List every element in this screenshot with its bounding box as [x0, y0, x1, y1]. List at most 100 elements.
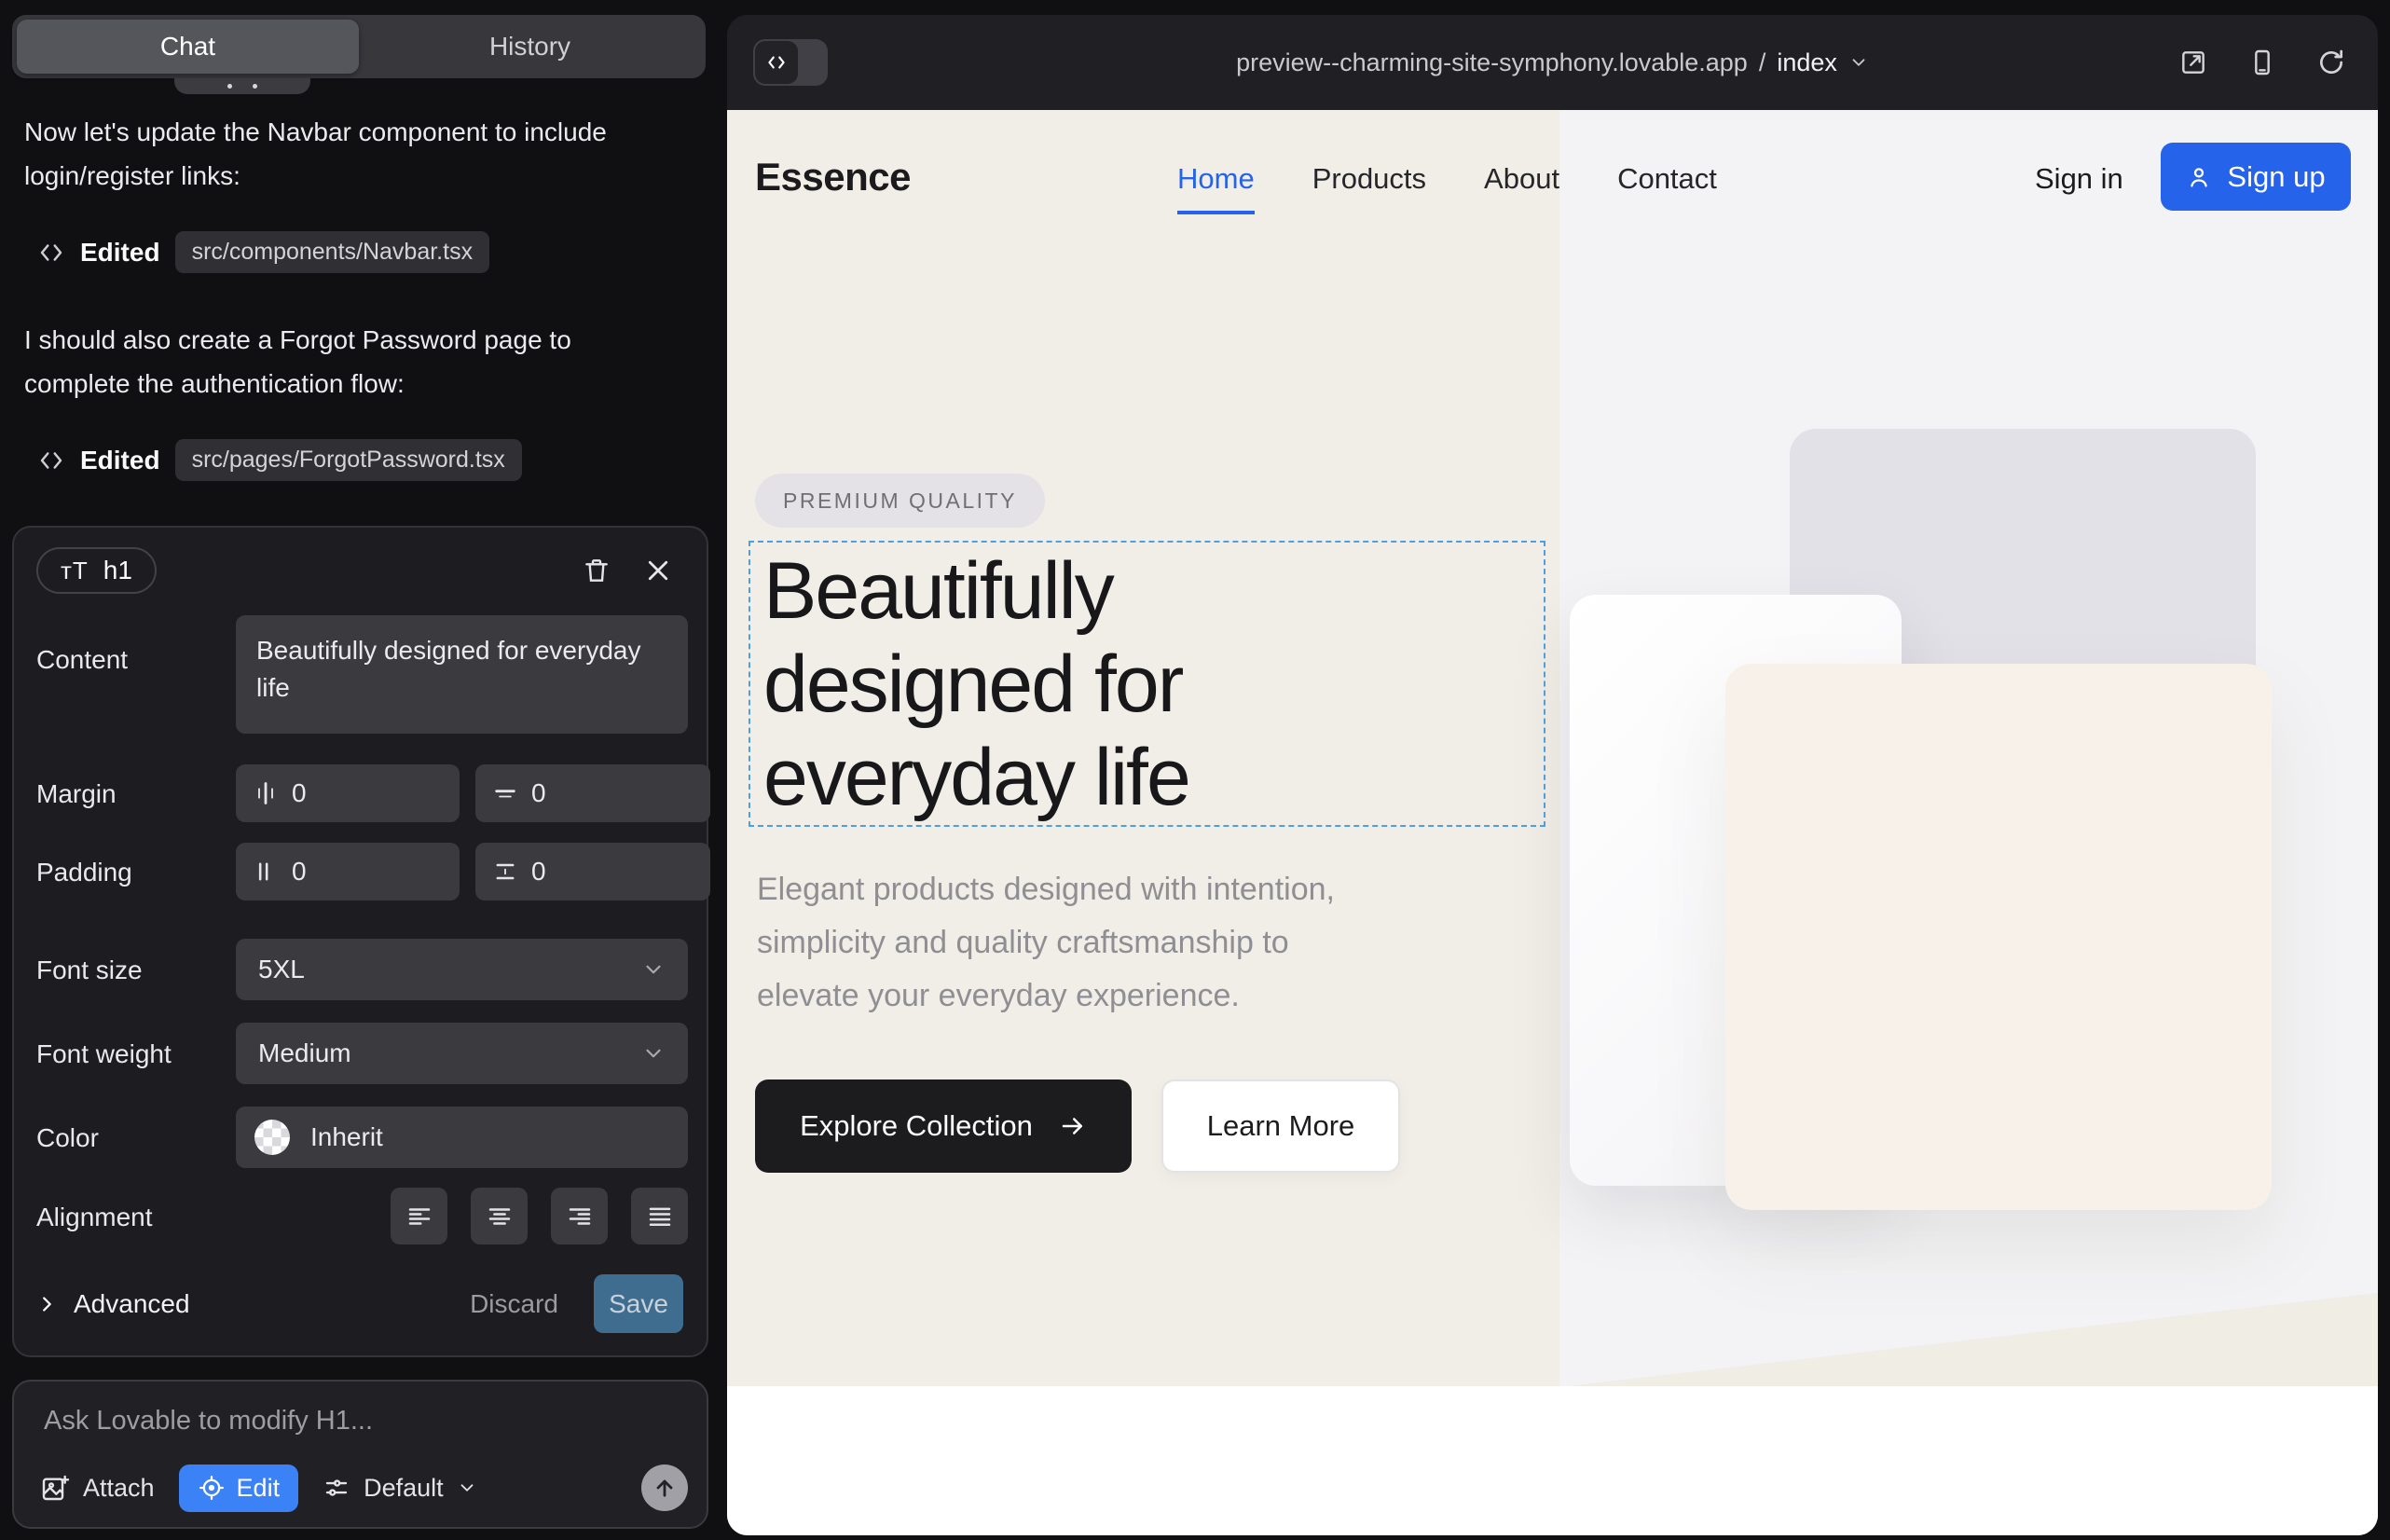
file-chip[interactable]: src/pages/ForgotPassword.tsx — [175, 439, 522, 481]
advanced-toggle[interactable]: Advanced — [36, 1289, 190, 1319]
selected-element-tag: тT h1 — [36, 547, 157, 594]
margin-x-value[interactable] — [292, 778, 376, 808]
padding-x-value[interactable] — [292, 857, 376, 887]
padding-vertical-icon — [492, 859, 518, 885]
url-bar[interactable]: preview--charming-site-symphony.lovable.… — [1236, 48, 1869, 77]
image-plus-icon — [40, 1473, 70, 1503]
description-line: elevate your everyday experience. — [757, 969, 1335, 1023]
site-navbar: Essence Home Products About Contact Sign… — [727, 110, 2378, 245]
code-icon — [37, 239, 65, 267]
edit-mode-button[interactable]: Edit — [179, 1464, 299, 1512]
arrow-up-icon — [652, 1475, 678, 1501]
chat-composer: Attach Edit Default — [12, 1380, 708, 1529]
font-weight-label: Font weight — [36, 1039, 172, 1069]
transparency-swatch-icon — [254, 1120, 290, 1155]
align-justify-button[interactable] — [631, 1188, 688, 1244]
hero-description: Elegant products designed with intention… — [757, 863, 1335, 1023]
discard-button[interactable]: Discard — [470, 1289, 558, 1319]
margin-y-value[interactable] — [531, 778, 615, 808]
url-separator: / — [1759, 48, 1766, 77]
alignment-label: Alignment — [36, 1203, 153, 1232]
delete-element-button[interactable] — [576, 550, 617, 591]
font-weight-select[interactable]: Medium — [236, 1023, 688, 1084]
dot — [227, 84, 232, 89]
open-external-button[interactable] — [2178, 48, 2208, 77]
align-center-button[interactable] — [471, 1188, 528, 1244]
code-view-toggle[interactable] — [753, 39, 828, 86]
chat-messages: Now let's update the Navbar component to… — [24, 110, 699, 526]
margin-label: Margin — [36, 779, 117, 809]
typography-icon: тT — [61, 557, 89, 585]
model-default-select[interactable]: Default — [323, 1474, 477, 1503]
margin-x-input[interactable] — [236, 764, 460, 822]
nav-link-home[interactable]: Home — [1177, 162, 1255, 214]
edited-file-row: Edited src/pages/ForgotPassword.tsx — [37, 439, 699, 481]
next-section-strip — [727, 1386, 2378, 1535]
margin-horizontal-icon — [253, 780, 279, 806]
tab-chat[interactable]: Chat — [17, 20, 359, 74]
chevron-down-icon — [641, 957, 666, 982]
code-icon — [755, 41, 798, 84]
default-label: Default — [364, 1474, 444, 1503]
color-label: Color — [36, 1123, 99, 1153]
content-label: Content — [36, 645, 128, 675]
margin-y-input[interactable] — [475, 764, 710, 822]
close-panel-button[interactable] — [638, 550, 679, 591]
site-logo[interactable]: Essence — [755, 155, 911, 199]
browser-chrome: preview--charming-site-symphony.lovable.… — [727, 15, 2378, 110]
font-size-select[interactable]: 5XL — [236, 939, 688, 1000]
nav-link-products[interactable]: Products — [1312, 162, 1426, 214]
url-host: preview--charming-site-symphony.lovable.… — [1236, 48, 1748, 77]
chevron-down-icon — [457, 1478, 477, 1498]
refresh-button[interactable] — [2316, 48, 2346, 77]
nav-links: Home Products About Contact — [1177, 162, 1717, 214]
url-path: index — [1777, 48, 1837, 77]
user-icon — [2186, 164, 2212, 190]
align-left-button[interactable] — [391, 1188, 447, 1244]
font-weight-value: Medium — [258, 1038, 351, 1068]
align-right-button[interactable] — [551, 1188, 608, 1244]
send-button[interactable] — [641, 1464, 688, 1511]
sign-in-link[interactable]: Sign in — [2035, 162, 2123, 196]
color-select[interactable]: Inherit — [236, 1107, 688, 1168]
element-tag-label: h1 — [103, 556, 132, 585]
hero-cta-row: Explore Collection Learn More — [755, 1079, 1400, 1173]
content-input[interactable]: Beautifully designed for everyday life — [236, 615, 688, 734]
learn-more-button[interactable]: Learn More — [1161, 1079, 1400, 1173]
tab-history[interactable]: History — [359, 20, 701, 74]
edit-label: Edit — [237, 1474, 281, 1503]
heading-line: everyday life — [763, 731, 1189, 824]
edited-file-row: Edited src/components/Navbar.tsx — [37, 231, 699, 273]
advanced-label: Advanced — [74, 1289, 190, 1319]
preview-browser: preview--charming-site-symphony.lovable.… — [727, 15, 2378, 1535]
chat-input[interactable] — [44, 1406, 659, 1437]
sliders-icon — [323, 1474, 350, 1502]
hero-heading[interactable]: Beautifully designed for everyday life — [763, 544, 1189, 824]
padding-y-value[interactable] — [531, 857, 615, 887]
save-button[interactable]: Save — [594, 1274, 683, 1333]
alignment-buttons — [391, 1188, 688, 1244]
scrolled-chip-fragment — [174, 78, 310, 94]
premium-quality-badge: PREMIUM QUALITY — [755, 474, 1045, 528]
site-viewport: Essence Home Products About Contact Sign… — [727, 110, 2378, 1535]
sign-up-button[interactable]: Sign up — [2161, 143, 2351, 211]
edited-label: Edited — [80, 238, 160, 268]
padding-label: Padding — [36, 858, 132, 887]
margin-vertical-icon — [492, 780, 518, 806]
nav-link-contact[interactable]: Contact — [1617, 162, 1717, 214]
heading-line: Beautifully — [763, 544, 1189, 638]
nav-link-about[interactable]: About — [1484, 162, 1559, 214]
attach-button[interactable]: Attach — [40, 1473, 155, 1503]
placeholder-card-cream — [1725, 664, 2272, 1210]
chat-sidebar: Chat History Now let's update the Navbar… — [0, 0, 727, 1540]
chat-history-tabs: Chat History — [12, 15, 706, 78]
mobile-view-button[interactable] — [2247, 48, 2277, 77]
description-line: simplicity and quality craftsmanship to — [757, 916, 1335, 969]
explore-collection-button[interactable]: Explore Collection — [755, 1079, 1132, 1173]
edited-label: Edited — [80, 446, 160, 475]
h1-selection-outline[interactable]: Beautifully designed for everyday life — [749, 541, 1545, 827]
padding-y-input[interactable] — [475, 843, 710, 901]
padding-x-input[interactable] — [236, 843, 460, 901]
file-chip[interactable]: src/components/Navbar.tsx — [175, 231, 490, 273]
code-icon — [37, 447, 65, 474]
